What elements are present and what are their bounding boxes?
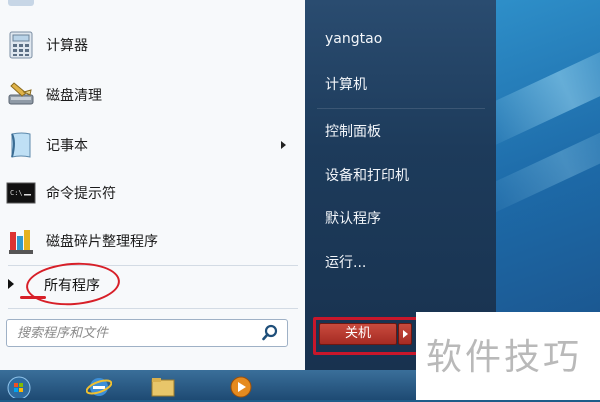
svg-text:C:\: C:\ <box>10 189 23 197</box>
program-label: 记事本 <box>46 138 88 154</box>
program-item-disk-defragmenter[interactable]: 磁盘碎片整理程序 <box>0 218 300 264</box>
shutdown-highlight-box: 关机 <box>313 317 419 355</box>
program-label: 命令提示符 <box>46 186 116 202</box>
run-link[interactable]: 运行... <box>325 252 366 272</box>
file-explorer-icon[interactable] <box>150 374 176 398</box>
expand-arrow-icon <box>8 279 14 289</box>
program-label: 磁盘碎片整理程序 <box>46 234 158 250</box>
control-panel-link[interactable]: 控制面板 <box>325 121 381 141</box>
program-item-command-prompt[interactable]: C:\ 命令提示符 <box>0 170 300 216</box>
command-prompt-icon: C:\ <box>6 178 36 208</box>
disk-cleanup-icon <box>6 80 36 110</box>
shutdown-button[interactable]: 关机 <box>319 323 397 345</box>
search-box[interactable] <box>6 319 288 347</box>
watermark: 软件技巧 <box>416 312 600 400</box>
internet-explorer-icon[interactable] <box>85 374 113 398</box>
user-name-link[interactable]: yangtao <box>325 31 382 47</box>
separator <box>317 108 485 109</box>
devices-printers-link[interactable]: 设备和打印机 <box>325 165 409 185</box>
program-label: 磁盘清理 <box>46 88 102 104</box>
partial-top-icon <box>8 0 34 6</box>
watermark-text: 软件技巧 <box>426 337 583 378</box>
default-programs-link[interactable]: 默认程序 <box>325 208 381 228</box>
program-item-calculator[interactable]: 计算器 <box>0 22 300 68</box>
start-orb-icon[interactable] <box>6 374 32 400</box>
chevron-right-icon <box>403 330 408 338</box>
program-label: 计算器 <box>46 38 88 54</box>
red-annotation-mark <box>20 296 46 299</box>
start-menu-programs-pane: 计算器 磁盘清理 记事本 C:\ 命令提示符 磁盘碎片整理程序 所有程序 搜索程… <box>0 0 306 370</box>
notepad-icon <box>6 130 36 160</box>
calculator-icon <box>6 30 36 60</box>
shutdown-options-button[interactable] <box>398 323 412 345</box>
taskbar <box>0 370 416 400</box>
search-input[interactable] <box>15 323 259 343</box>
submenu-arrow-icon[interactable] <box>281 141 286 149</box>
search-icon[interactable] <box>261 324 279 342</box>
program-item-notepad[interactable]: 记事本 <box>0 122 300 168</box>
defrag-icon <box>6 226 36 256</box>
program-item-disk-cleanup[interactable]: 磁盘清理 <box>0 72 300 118</box>
separator <box>8 308 298 309</box>
computer-link[interactable]: 计算机 <box>325 74 367 94</box>
media-player-icon[interactable] <box>228 374 254 398</box>
